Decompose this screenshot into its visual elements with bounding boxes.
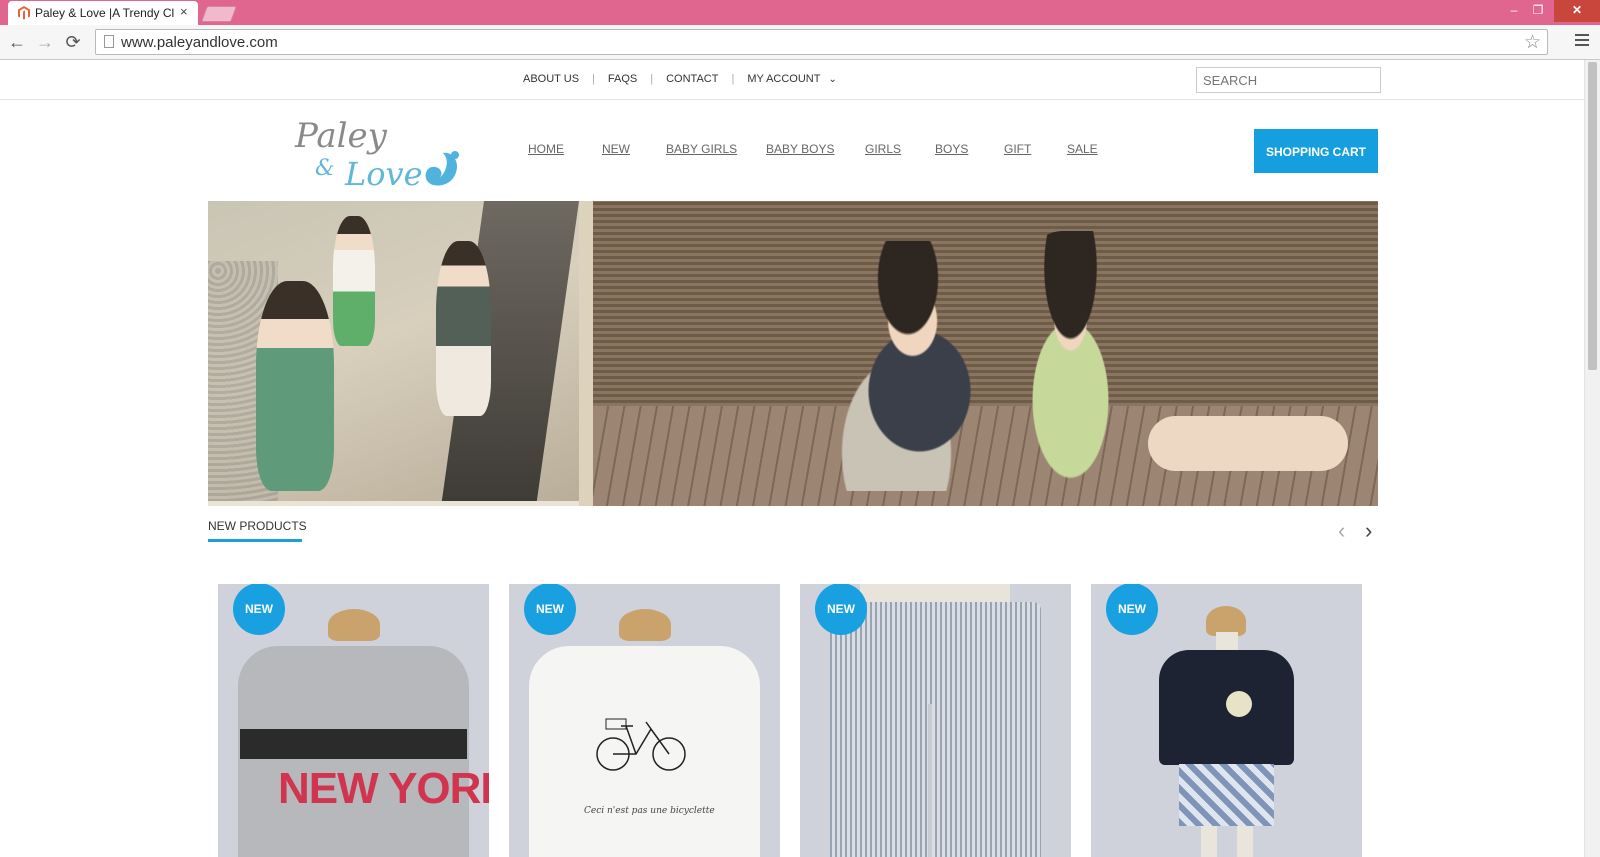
utility-bar: ABOUT US | FAQS | CONTACT | MY ACCOUNT ⌄	[0, 60, 1584, 100]
utility-links: ABOUT US | FAQS | CONTACT | MY ACCOUNT ⌄	[523, 73, 837, 85]
divider: |	[731, 73, 735, 85]
nav-new[interactable]: NEW	[602, 142, 630, 156]
nav-sale[interactable]: SALE	[1067, 142, 1098, 156]
my-account-link[interactable]: MY ACCOUNT	[747, 73, 820, 85]
tab-close-icon[interactable]: ×	[180, 4, 188, 19]
carousel-prev-icon[interactable]: ‹	[1338, 518, 1345, 544]
divider: |	[592, 73, 595, 85]
product-card-striped-pants[interactable]: NEW	[800, 584, 1071, 857]
nav-gift[interactable]: GIFT	[1004, 142, 1031, 156]
back-arrow-icon[interactable]: ←	[6, 31, 28, 53]
browser-tab[interactable]: Paley & Love |A Trendy Cl ×	[8, 1, 198, 25]
hero-photo-kids-sitting	[593, 201, 1378, 506]
bookmark-star-icon[interactable]: ☆	[1524, 31, 1541, 54]
contact-link[interactable]: CONTACT	[666, 73, 718, 85]
new-badge: NEW	[233, 584, 285, 635]
heading-underline	[208, 539, 302, 542]
new-products-heading: NEW PRODUCTS	[208, 519, 307, 533]
product-card-new-york-tee[interactable]: NEW YORK NEW	[218, 584, 489, 857]
product-card-dino-tee-set[interactable]: NEW	[1091, 584, 1362, 857]
product-graphic-text: NEW YORK	[278, 764, 489, 813]
paley-love-logo[interactable]: Paley & Love	[293, 115, 468, 191]
nav-girls[interactable]: GIRLS	[865, 142, 901, 156]
tab-title: Paley & Love |A Trendy Cl	[35, 6, 175, 20]
nav-baby-girls[interactable]: BABY GIRLS	[666, 142, 737, 156]
nav-boys[interactable]: BOYS	[935, 142, 968, 156]
minimize-button[interactable]: –	[1502, 0, 1526, 22]
new-badge: NEW	[1106, 584, 1158, 635]
about-us-link[interactable]: ABOUT US	[523, 73, 579, 85]
product-graphic-text: Ceci n'est pas une bicyclette	[584, 806, 715, 816]
browser-titlebar: Paley & Love |A Trendy Cl × – ❐ ✕	[0, 0, 1600, 25]
magento-favicon-icon	[18, 6, 30, 20]
svg-text:&: &	[315, 156, 335, 181]
bicycle-graphic-icon	[596, 718, 686, 771]
maximize-button[interactable]: ❐	[1526, 0, 1550, 22]
nav-baby-boys[interactable]: BABY BOYS	[766, 142, 834, 156]
close-window-button[interactable]: ✕	[1554, 0, 1600, 22]
new-tab-button[interactable]	[201, 6, 237, 22]
divider: |	[650, 73, 654, 85]
hero-photo-kids-walkway	[208, 201, 579, 506]
address-bar[interactable]: www.paleyandlove.com ☆	[95, 29, 1548, 55]
carousel-next-icon[interactable]: ›	[1365, 518, 1372, 544]
browser-toolbar: ← → ⟳ www.paleyandlove.com ☆	[0, 25, 1600, 60]
faqs-link[interactable]: FAQS	[608, 73, 637, 85]
product-image	[830, 602, 1041, 857]
page-scrollbar[interactable]	[1584, 60, 1600, 857]
url-text[interactable]: www.paleyandlove.com	[121, 34, 278, 51]
hero-banner[interactable]	[208, 201, 1378, 506]
nav-home[interactable]: HOME	[528, 142, 564, 156]
reload-icon[interactable]: ⟳	[62, 31, 84, 53]
product-card-bicycle-tee[interactable]: Ceci n'est pas une bicyclette NEW	[509, 584, 780, 857]
svg-text:Love: Love	[344, 155, 423, 191]
search-input[interactable]	[1196, 67, 1381, 93]
new-badge: NEW	[815, 584, 867, 635]
forward-arrow-icon[interactable]: →	[34, 31, 56, 53]
page-icon	[104, 35, 114, 48]
new-badge: NEW	[524, 584, 576, 635]
scrollbar-thumb[interactable]	[1588, 62, 1597, 370]
browser-menu-icon[interactable]	[1575, 34, 1589, 49]
chevron-down-icon[interactable]: ⌄	[828, 74, 836, 85]
svg-text:Paley: Paley	[294, 116, 388, 156]
shopping-cart-button[interactable]: SHOPPING CART	[1254, 129, 1378, 173]
page-viewport: ABOUT US | FAQS | CONTACT | MY ACCOUNT ⌄ Paley …	[0, 60, 1584, 857]
